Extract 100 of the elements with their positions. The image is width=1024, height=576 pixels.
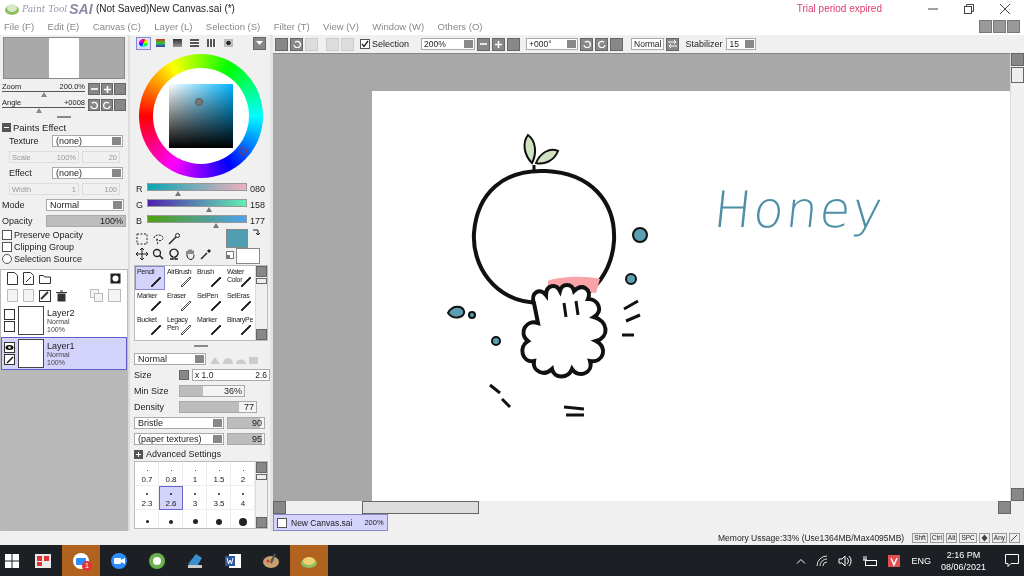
radio-option[interactable]: Selection Source — [0, 253, 128, 265]
rotate-left-button[interactable] — [580, 37, 594, 51]
background-color-swatch[interactable] — [236, 248, 260, 264]
shape-slider[interactable]: 90 — [227, 417, 265, 429]
magic-wand-icon[interactable] — [168, 232, 180, 245]
swap-icon[interactable] — [252, 229, 260, 237]
navigator-preview[interactable] — [3, 37, 125, 79]
scrollbar-thumb[interactable] — [256, 474, 267, 480]
color-mode-tab[interactable] — [170, 36, 185, 50]
app-tray-icon[interactable] — [888, 554, 901, 567]
checkbox-option[interactable]: Preserve Opacity — [0, 229, 128, 241]
undo-button[interactable] — [290, 37, 303, 51]
dropdown-button[interactable] — [275, 37, 288, 51]
reset-rotation-button[interactable] — [610, 37, 624, 51]
eyedropper-icon[interactable] — [200, 247, 212, 260]
slider-thumb[interactable] — [36, 107, 43, 113]
brush-size-preset[interactable]: 3.5 — [207, 486, 231, 510]
brush-size-preset[interactable]: 1 — [183, 462, 207, 486]
menu-item[interactable]: Selection (S) — [205, 20, 261, 32]
zoom-in-button[interactable] — [492, 37, 506, 51]
rotate-icon[interactable] — [168, 247, 180, 260]
canvas[interactable]: Honey — [372, 91, 1010, 501]
folder-icon[interactable] — [39, 273, 51, 284]
minimize-button[interactable] — [979, 19, 992, 33]
pen-icon[interactable] — [4, 354, 15, 365]
menu-item[interactable]: Edit (E) — [47, 20, 80, 32]
color-slider[interactable] — [147, 214, 247, 228]
windows-icon[interactable] — [5, 553, 19, 568]
scrollbar-thumb[interactable] — [1011, 67, 1024, 83]
volume-icon[interactable] — [838, 554, 853, 567]
menu-item[interactable]: View (V) — [323, 20, 359, 32]
zoom-out-button[interactable] — [477, 37, 491, 51]
visibility-toggle[interactable] — [4, 309, 15, 320]
foreground-color-swatch[interactable] — [226, 229, 248, 248]
dropdown[interactable]: Bristle — [134, 417, 224, 429]
brush-size-preset[interactable]: 2.6 — [159, 486, 183, 510]
new-linework-icon[interactable] — [23, 272, 34, 285]
lock-toggle[interactable] — [4, 321, 15, 332]
rotate-right-button[interactable] — [101, 99, 113, 111]
notifications-icon[interactable] — [1005, 554, 1019, 567]
menu-item[interactable]: Filter (T) — [273, 20, 310, 32]
rotate-left-button[interactable] — [88, 99, 100, 111]
panel-menu-button[interactable] — [253, 36, 266, 50]
opacity-slider[interactable]: 100% — [46, 215, 126, 227]
dropdown[interactable]: (none) — [52, 167, 123, 179]
brush-size-preset[interactable]: 1.5 — [207, 462, 231, 486]
scrollbar-thumb[interactable] — [362, 501, 479, 514]
zoom-icon[interactable] — [152, 247, 164, 260]
language-indicator[interactable]: ENG — [911, 555, 931, 566]
size-field[interactable]: x 1.0 2.6 — [192, 369, 270, 381]
brush-size-preset[interactable]: 0.7 — [135, 462, 159, 486]
wifi-icon[interactable] — [816, 554, 829, 567]
menu-item[interactable]: Layer (L) — [154, 20, 193, 32]
move-icon[interactable] — [136, 247, 148, 260]
clock-date[interactable]: 08/06/2021 — [940, 560, 986, 573]
menu-item[interactable]: File (F) — [4, 20, 35, 32]
lasso-icon[interactable] — [152, 232, 164, 245]
slider-thumb[interactable] — [40, 91, 47, 97]
mask-icon[interactable] — [110, 273, 121, 284]
menu-item[interactable]: Others (O) — [437, 20, 483, 32]
selection-checkbox[interactable]: Selection — [360, 39, 410, 49]
restore-button[interactable] — [993, 19, 1006, 33]
stabilizer-dropdown[interactable]: 15 — [726, 38, 757, 50]
color-mode-tab[interactable] — [187, 36, 202, 50]
zoom-in-button[interactable] — [101, 83, 113, 95]
color-mode-tab[interactable] — [153, 36, 168, 50]
trash-icon[interactable] — [56, 289, 67, 302]
color-mode-tab[interactable] — [204, 36, 219, 50]
dropdown[interactable]: (paper textures) — [134, 433, 224, 445]
restore-icon[interactable] — [964, 3, 974, 14]
close-icon[interactable] — [1000, 3, 1010, 14]
advanced-settings-toggle[interactable]: Advanced Settings — [132, 447, 270, 461]
eye-icon[interactable] — [4, 342, 15, 353]
density-slider[interactable]: 77 — [179, 401, 257, 413]
chevron-up-icon[interactable] — [796, 557, 807, 564]
scrollbar-thumb[interactable] — [256, 278, 267, 284]
rotate-right-button[interactable] — [595, 37, 609, 51]
battery-icon[interactable] — [862, 554, 879, 567]
hand-icon[interactable] — [184, 247, 196, 260]
texture-slider[interactable]: 95 — [227, 433, 265, 445]
reset-zoom-button[interactable] — [507, 37, 521, 51]
close-button[interactable] — [1007, 19, 1020, 33]
zoom-dropdown[interactable]: 200% — [421, 38, 476, 50]
clear-icon[interactable] — [39, 289, 51, 302]
min-size-slider[interactable]: 36% — [179, 385, 245, 397]
color-mode-tab[interactable] — [221, 36, 236, 50]
blend-mode-button[interactable]: Normal — [631, 38, 665, 50]
collapse-toggle[interactable] — [2, 122, 11, 132]
brush-size-preset[interactable]: 3 — [183, 486, 207, 510]
angle-dropdown[interactable]: +000° — [526, 38, 579, 50]
new-layer-icon[interactable] — [7, 272, 18, 285]
checkbox-option[interactable]: Clipping Group — [0, 241, 128, 253]
dropdown[interactable]: Normal — [46, 199, 124, 211]
flip-button[interactable] — [666, 37, 680, 51]
menu-item[interactable]: Window (W) — [372, 20, 425, 32]
color-mode-tab[interactable] — [136, 36, 151, 50]
transparent-icon[interactable] — [226, 251, 234, 259]
zoom-out-button[interactable] — [88, 83, 100, 95]
dropdown[interactable]: Normal — [134, 353, 206, 365]
menu-item[interactable]: Canvas (C) — [92, 20, 141, 32]
